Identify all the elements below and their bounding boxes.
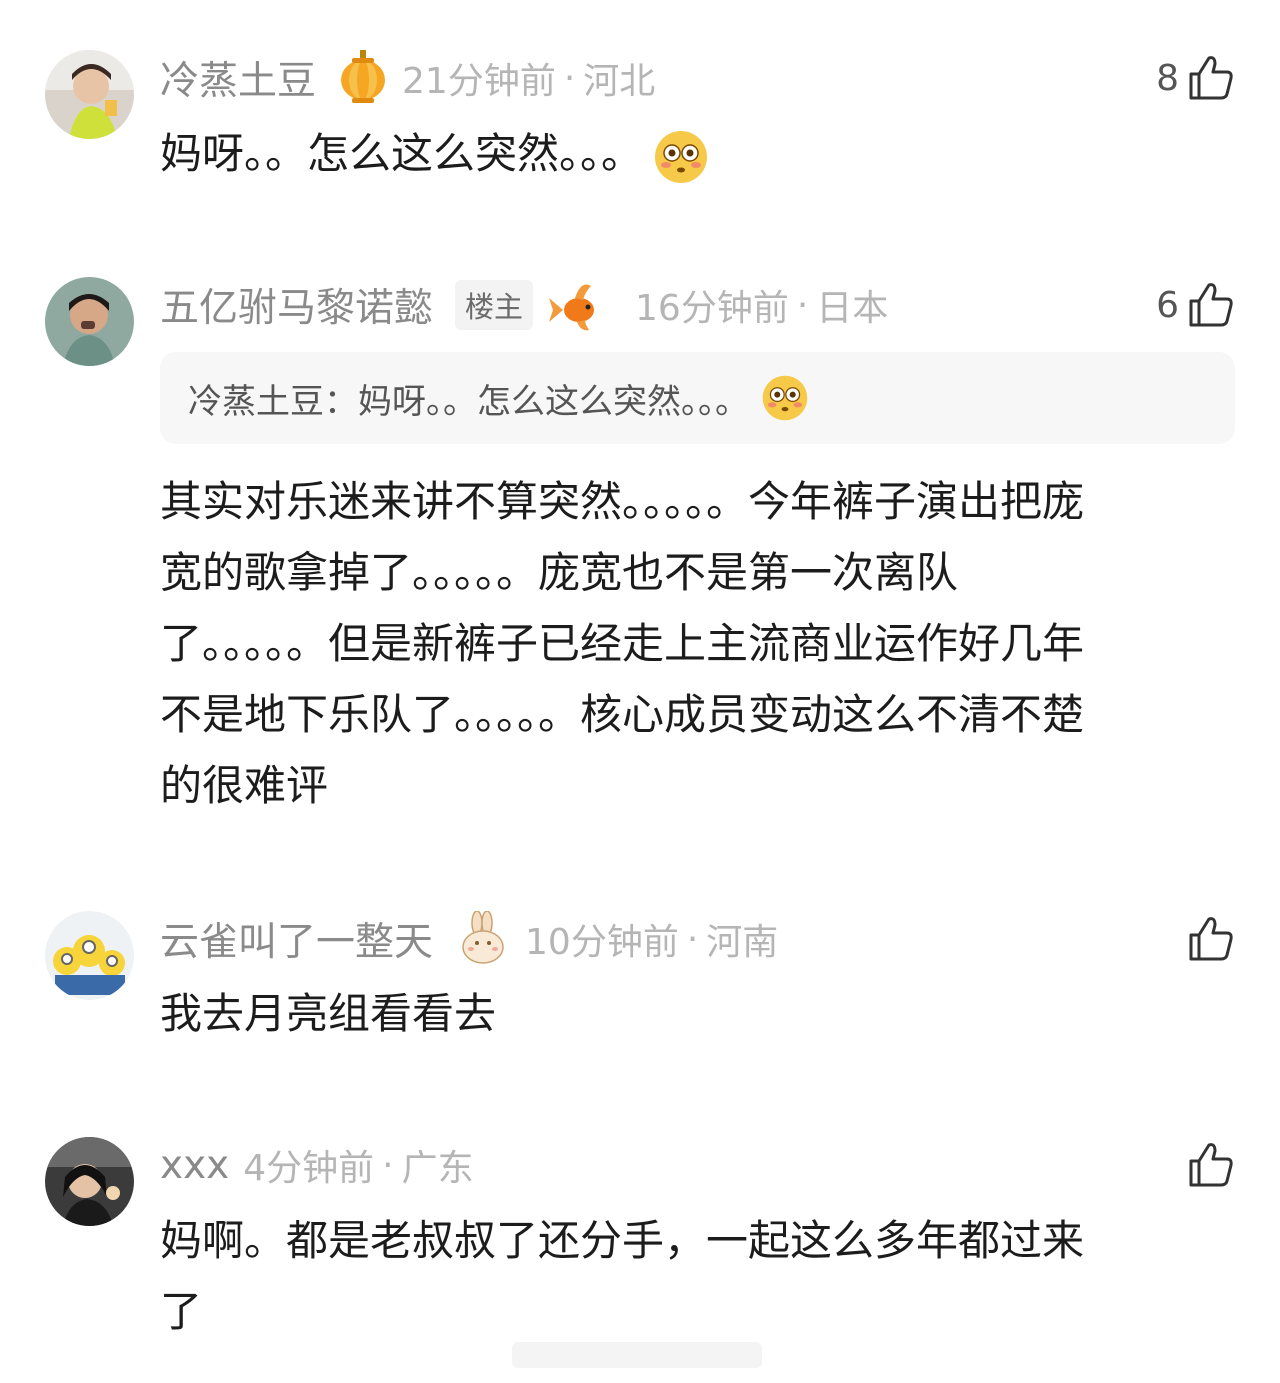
avatar[interactable] xyxy=(45,911,134,1000)
comment-time: 21分钟前 xyxy=(402,61,556,102)
like-count: 8 xyxy=(1156,57,1179,99)
comment-text-line: 了。。。。。但是新裤子已经走上主流商业运作好几年 xyxy=(160,619,1085,668)
separator-dot: · xyxy=(686,918,699,960)
username[interactable]: 云雀叫了一整天 xyxy=(160,911,433,967)
comment-text-line: 不是地下乐队了。。。。。核心成员变动这么不清不楚 xyxy=(160,690,1085,739)
comment-text-line: 妈啊。都是老叔叔了还分手，一起这么多年都过来 xyxy=(160,1216,1085,1265)
comment-meta: 云雀叫了一整天 10分钟前 · 河南 xyxy=(160,909,778,969)
like-button[interactable] xyxy=(1187,909,1235,969)
lantern-badge-icon xyxy=(338,50,388,106)
avatar[interactable] xyxy=(45,50,134,139)
separator-dot: · xyxy=(563,57,576,99)
separator-dot: · xyxy=(382,1144,394,1186)
username[interactable]: xxx xyxy=(160,1143,229,1188)
comment-time: 10分钟前 xyxy=(525,922,679,963)
comment-text-content: 我去月亮组看看去 xyxy=(160,989,497,1038)
comment-location: 河北 xyxy=(583,61,656,102)
like-count: 6 xyxy=(1156,284,1179,326)
comment-meta: 五亿驸马黎诺懿 楼主 16分钟前 · 日本 xyxy=(160,275,888,335)
thumbs-up-icon xyxy=(1187,915,1235,963)
thumbs-up-icon xyxy=(1187,281,1235,329)
comment-text-line: 宽的歌拿掉了。。。。。庞宽也不是第一次离队 xyxy=(160,548,959,597)
username[interactable]: 冷蒸土豆 xyxy=(160,50,316,106)
op-tag: 楼主 xyxy=(455,280,534,330)
comment-time: 16分钟前 xyxy=(635,288,789,329)
flushed-face-emoji xyxy=(761,374,809,422)
comment-location: 河南 xyxy=(706,922,779,963)
comment-text: 我去月亮组看看去 xyxy=(160,978,1240,1049)
like-button[interactable]: 6 xyxy=(1156,275,1235,335)
comment-meta: 冷蒸土豆 21分钟前 · 河北 xyxy=(160,48,655,108)
flushed-face-emoji xyxy=(653,129,709,185)
avatar[interactable] xyxy=(45,1137,134,1226)
avatar[interactable] xyxy=(45,277,134,366)
watermark xyxy=(512,1338,762,1372)
comment-text: 妈啊。都是老叔叔了还分手，一起这么多年都过来 了 xyxy=(160,1205,1240,1347)
comment-text-line: 的很难评 xyxy=(160,761,329,810)
comment-meta: xxx 4分钟前 · 广东 xyxy=(160,1135,474,1195)
comment-text-content: 妈呀。。怎么这么突然。。。 xyxy=(160,129,644,178)
username[interactable]: 五亿驸马黎诺懿 xyxy=(160,277,433,333)
separator-dot: · xyxy=(796,284,809,326)
comment-location: 广东 xyxy=(401,1148,474,1189)
comment-location: 日本 xyxy=(816,288,889,329)
comment-time: 4分钟前 xyxy=(243,1148,375,1189)
like-button[interactable]: 8 xyxy=(1156,48,1235,108)
thumbs-up-icon xyxy=(1187,54,1235,102)
comment-text-line: 其实对乐迷来讲不算突然。。。。。今年裤子演出把庞 xyxy=(160,477,1085,526)
rabbit-badge-icon xyxy=(455,911,511,967)
goldfish-badge-icon xyxy=(547,276,607,334)
thumbs-up-icon xyxy=(1187,1141,1235,1189)
quoted-reply-text: 冷蒸土豆：妈呀。。怎么这么突然。。。 xyxy=(188,381,749,422)
comment-text-line: 了 xyxy=(160,1287,203,1336)
like-button[interactable] xyxy=(1187,1135,1235,1195)
comment-text: 其实对乐迷来讲不算突然。。。。。今年裤子演出把庞 宽的歌拿掉了。。。。。庞宽也不… xyxy=(160,466,1240,821)
comment-text: 妈呀。。怎么这么突然。。。 xyxy=(160,118,1240,189)
quoted-reply[interactable]: 冷蒸土豆：妈呀。。怎么这么突然。。。 xyxy=(160,352,1235,444)
